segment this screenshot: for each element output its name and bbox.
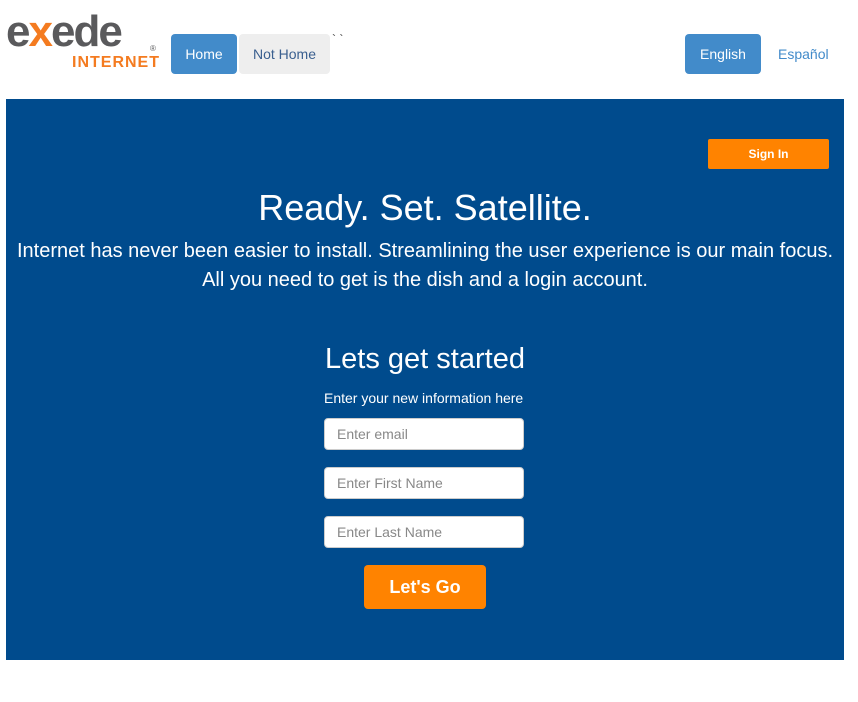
hero-title: Ready. Set. Satellite.	[258, 187, 592, 228]
exede-logo[interactable]: exede ® INTERNET	[6, 7, 160, 72]
lets-go-button[interactable]: Let's Go	[364, 565, 486, 609]
form-instructions: Enter your new information here	[324, 390, 524, 406]
sign-in-button[interactable]: Sign In	[708, 139, 829, 169]
language-english-button[interactable]: English	[685, 34, 761, 74]
hero-line-1: Internet has never been easier to instal…	[17, 240, 833, 262]
stray-text: ` `	[332, 32, 344, 46]
logo-subtitle: INTERNET	[72, 54, 160, 71]
form-heading: Lets get started	[325, 343, 525, 375]
last-name-field[interactable]	[324, 516, 524, 548]
email-field[interactable]	[324, 418, 524, 450]
first-name-field[interactable]	[324, 467, 524, 499]
logo-wordmark: exede	[6, 7, 123, 56]
hero-section: Sign In Ready. Set. Satellite. Internet …	[6, 99, 844, 660]
hero-description: Internet has never been easier to instal…	[16, 237, 834, 295]
tab-not-home[interactable]: Not Home	[239, 34, 330, 74]
tab-home[interactable]: Home	[171, 34, 237, 74]
logo-registered-mark: ®	[150, 44, 156, 53]
hero-line-2: All you need to get is the dish and a lo…	[202, 269, 648, 291]
language-espanol-link[interactable]: Español	[778, 34, 829, 74]
